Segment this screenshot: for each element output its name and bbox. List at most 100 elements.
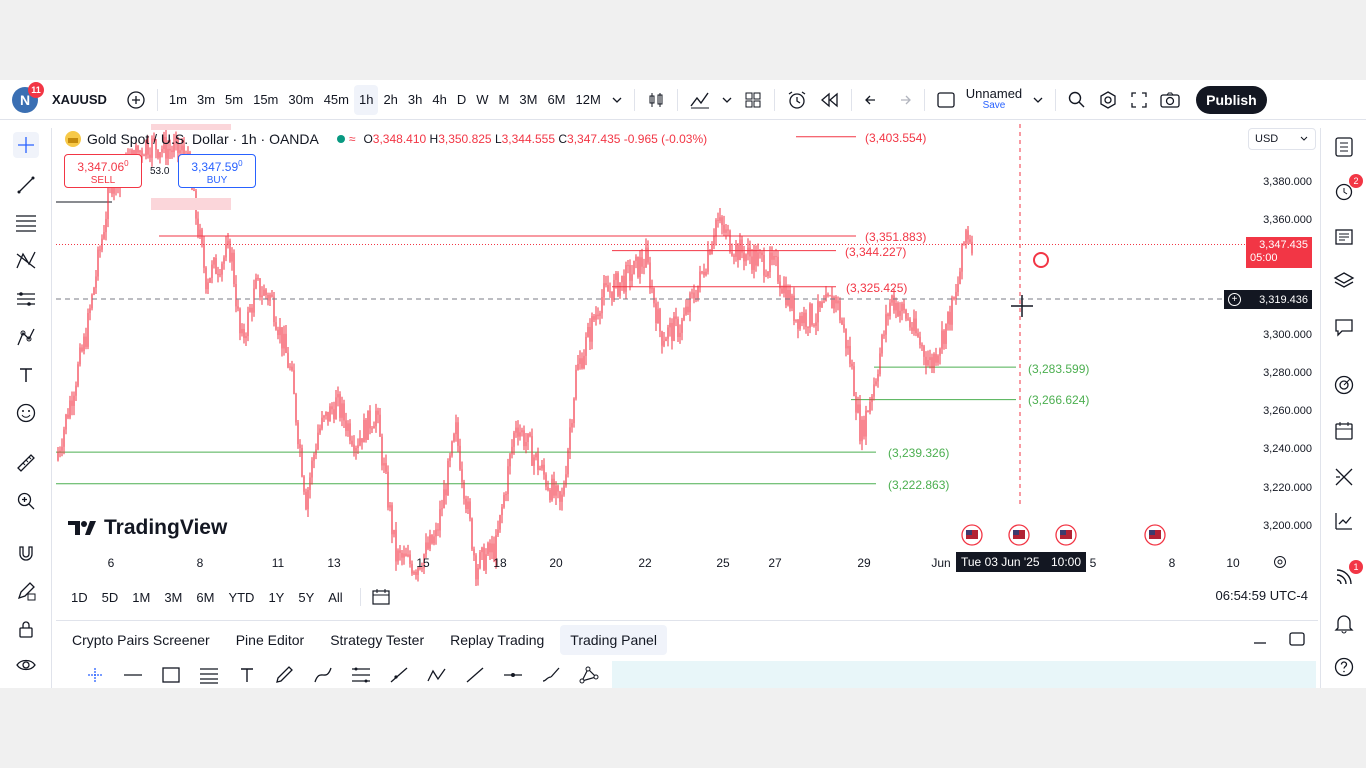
range-5d[interactable]: 5D [95,590,126,605]
magnet-tool[interactable] [13,540,39,566]
timeframe-3m[interactable]: 3m [192,85,220,115]
range-6m[interactable]: 6M [189,590,221,605]
pattern-tool[interactable] [13,248,39,274]
horizontal-ray-tool[interactable] [120,662,146,688]
trendline-tool-mini[interactable] [462,662,488,688]
timeframe-5m[interactable]: 5m [220,85,248,115]
level-label-green[interactable]: (3,266.624) [1028,393,1089,407]
quick-search-button[interactable] [1062,85,1092,115]
alert-button[interactable] [781,85,813,115]
zoom-in-tool[interactable] [13,488,39,514]
compare-symbol-button[interactable] [121,85,151,115]
calendar-icon[interactable] [371,588,391,606]
help-button[interactable] [1331,654,1357,680]
range-1y[interactable]: 1Y [261,590,291,605]
price-chart[interactable] [56,124,1318,586]
layouts-button[interactable] [738,85,768,115]
timeframe-4h[interactable]: 4h [427,85,451,115]
timeframe-30m[interactable]: 30m [283,85,318,115]
path-tool[interactable] [310,662,336,688]
timeframe-1m[interactable]: 1m [164,85,192,115]
fib-tool-mini[interactable] [196,662,222,688]
publish-button[interactable]: Publish [1196,85,1267,114]
timeframe-6M[interactable]: 6M [542,85,570,115]
level-label-green[interactable]: (3,283.599) [1028,362,1089,376]
text-tool[interactable] [13,362,39,388]
trendline-tool[interactable] [13,172,39,198]
timeframe-2h[interactable]: 2h [378,85,402,115]
timeframe-M[interactable]: M [494,85,515,115]
timeframe-W[interactable]: W [471,85,493,115]
chat-button[interactable] [1331,314,1357,340]
prediction-tool[interactable] [13,286,39,312]
range-1m[interactable]: 1M [125,590,157,605]
snapshot-button[interactable] [1154,85,1186,115]
stream-button[interactable]: 1 [1331,560,1363,590]
symbol-title[interactable]: Gold Spot / U.S. Dollar · 1h · OANDA [87,131,319,147]
text-tool-mini[interactable] [234,662,260,688]
replay-button[interactable] [813,85,845,115]
clock[interactable]: 06:54:59 UTC-4 [1216,588,1309,603]
level-label-red[interactable]: (3,403.554) [865,131,926,145]
settings-button[interactable] [1092,85,1124,115]
fib-channel-tool[interactable] [348,662,374,688]
range-5y[interactable]: 5Y [291,590,321,605]
lock-drawings-tool[interactable] [13,616,39,642]
data-window-button[interactable] [1331,224,1357,250]
indicators-dropdown[interactable] [716,85,738,115]
minimize-panel-button[interactable] [1252,631,1268,652]
fullscreen-button[interactable] [1124,85,1154,115]
watchlist-button[interactable] [1331,134,1357,160]
highlighter-tool[interactable] [272,662,298,688]
fib-tool[interactable] [13,210,39,236]
range-1d[interactable]: 1D [64,590,95,605]
price-scale[interactable]: 3,380.000 3,360.000 3,300.000 3,280.000 … [1224,124,1318,586]
timeframe-12M[interactable]: 12M [571,85,606,115]
icons-tool[interactable] [13,400,39,426]
level-label-red[interactable]: (3,344.227) [845,245,906,259]
timeframe-3M[interactable]: 3M [514,85,542,115]
timeframe-3h[interactable]: 3h [403,85,427,115]
rectangle-tool[interactable] [158,662,184,688]
geometric-shapes-tool[interactable] [13,324,39,350]
level-label-green[interactable]: (3,239.326) [888,446,949,460]
tab-crypto-pairs-screener[interactable]: Crypto Pairs Screener [62,625,220,655]
timeframe-15m[interactable]: 15m [248,85,283,115]
tab-trading-panel[interactable]: Trading Panel [560,625,667,655]
horizontal-line-tool[interactable] [500,662,526,688]
bar-style-button[interactable] [641,85,671,115]
sell-button[interactable]: 3,347.060 SELL [64,154,142,188]
range-3m[interactable]: 3M [157,590,189,605]
redo-button[interactable] [888,85,918,115]
alerts-button[interactable]: 2 [1331,174,1363,204]
user-avatar[interactable]: N 11 [12,81,44,113]
crosshair-tool[interactable] [13,132,39,158]
axis-settings-button[interactable] [1272,554,1288,575]
layout-dropdown[interactable] [1027,85,1049,115]
node-tool[interactable] [576,662,602,688]
tab-replay-trading[interactable]: Replay Trading [440,625,554,655]
pattern-tool-mini[interactable] [424,662,450,688]
timeframe-45m[interactable]: 45m [319,85,354,115]
range-all[interactable]: All [321,590,349,605]
layout-checkbox[interactable] [931,85,961,115]
stay-drawing-tool[interactable] [13,578,39,604]
range-ytd[interactable]: YTD [221,590,261,605]
ray-tool[interactable] [386,662,412,688]
level-label-green[interactable]: (3,222.863) [888,478,949,492]
level-label-red[interactable]: (3,325.425) [846,281,907,295]
timeframe-D[interactable]: D [452,85,471,115]
indicators-button[interactable] [684,85,716,115]
timeframe-1h[interactable]: 1h [353,84,379,115]
layout-name[interactable]: Unnamed Save [961,85,1027,115]
buy-button[interactable]: 3,347.590 BUY [178,154,256,188]
tab-strategy-tester[interactable]: Strategy Tester [320,625,434,655]
object-tree-button[interactable] [1331,268,1357,294]
add-alert-icon[interactable]: + [1228,293,1241,306]
ideas-button[interactable] [1331,372,1357,398]
hide-drawings-tool[interactable] [13,652,39,678]
timeframe-dropdown[interactable] [606,85,628,115]
crosshair-price-tag[interactable]: + 3,319.436 [1224,290,1312,309]
undo-button[interactable] [858,85,888,115]
tab-pine-editor[interactable]: Pine Editor [226,625,314,655]
